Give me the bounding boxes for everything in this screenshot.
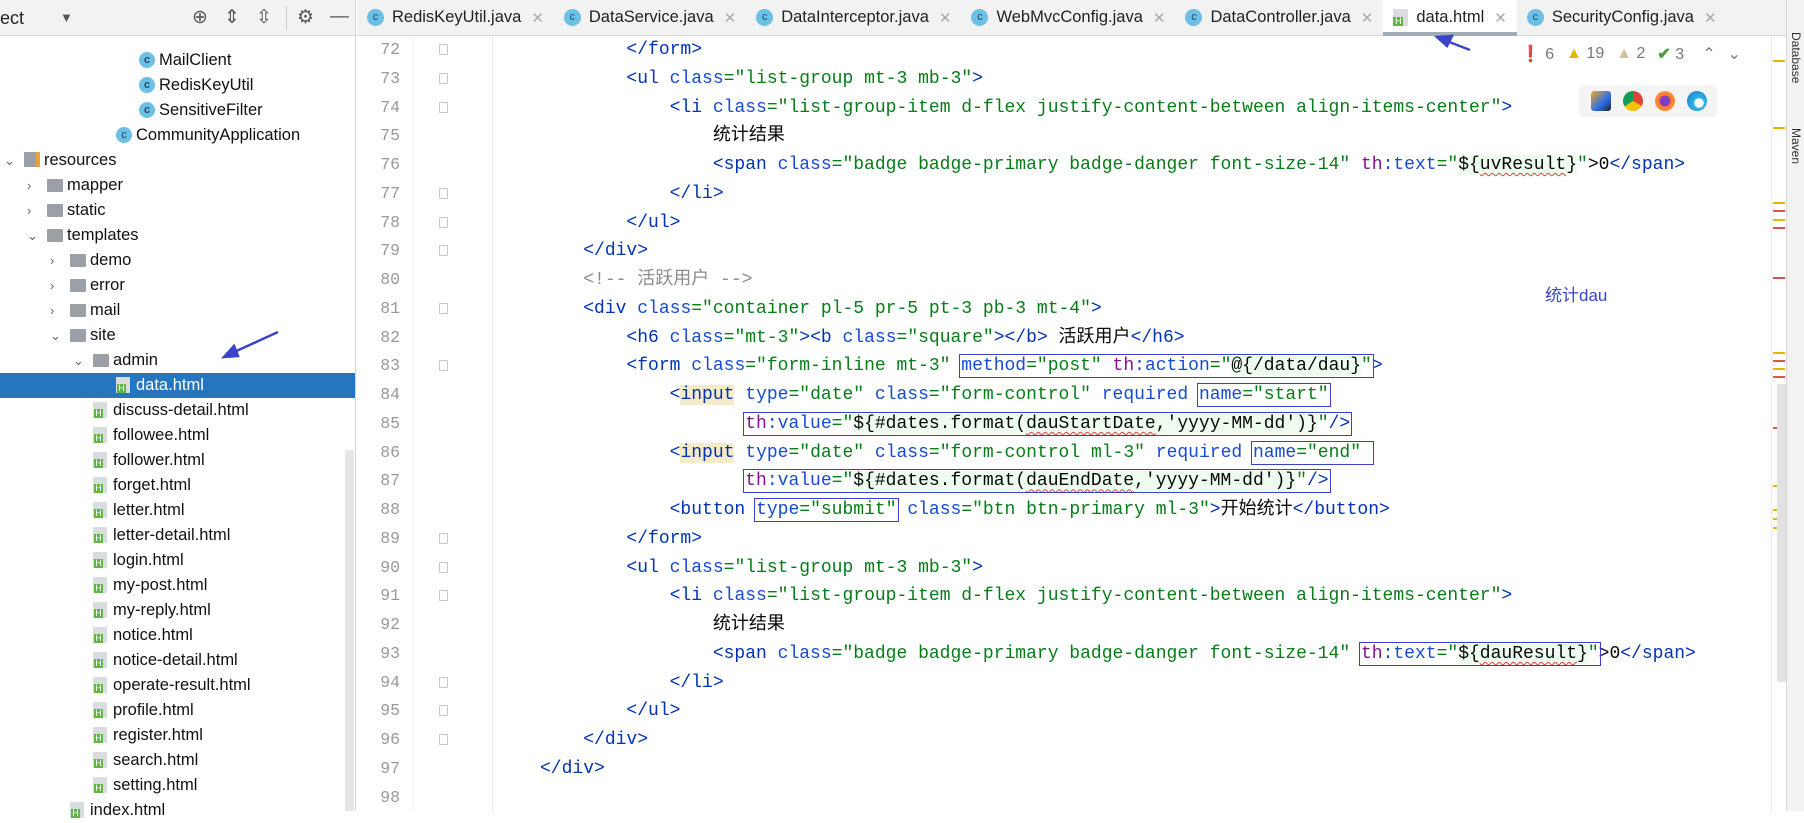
arrow-to-tab <box>1433 34 1471 52</box>
annotation-arrows <box>220 34 1471 359</box>
arrow-to-file <box>220 330 279 359</box>
